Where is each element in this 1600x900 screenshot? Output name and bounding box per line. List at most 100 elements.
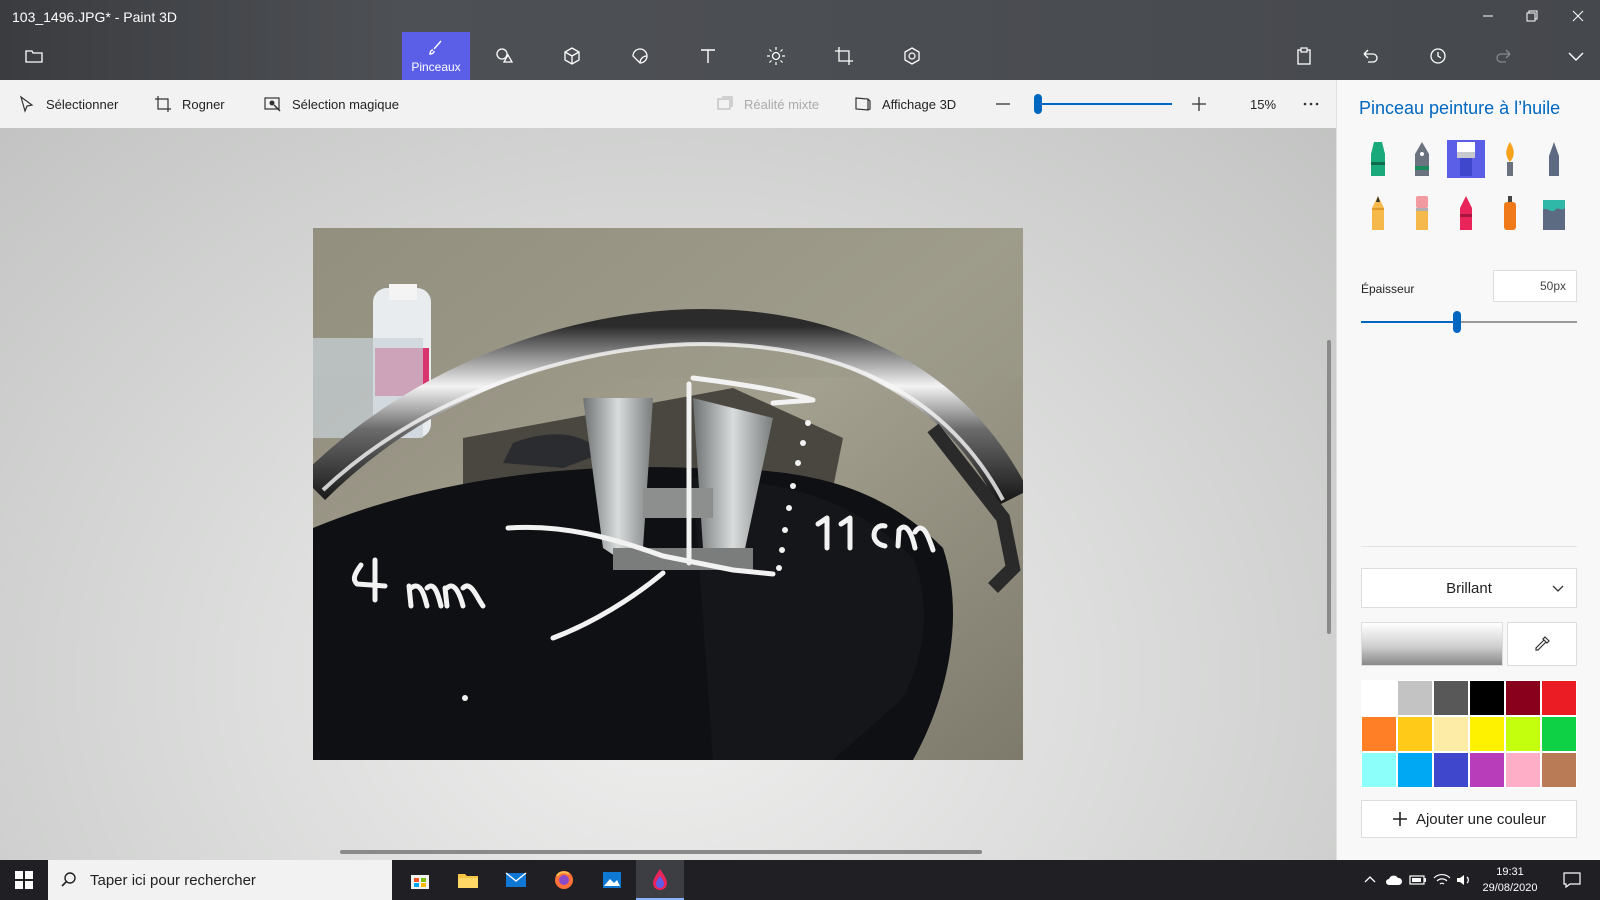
brush-marker[interactable]	[1359, 140, 1397, 178]
tool-canvas[interactable]	[810, 32, 878, 80]
mixed-reality-icon	[717, 96, 733, 110]
zoom-out-button[interactable]	[994, 80, 1012, 128]
brush-panel: Pinceau peinture à l’huile Épaisseur 50p…	[1336, 80, 1600, 860]
finish-dropdown[interactable]: Brillant	[1361, 568, 1577, 608]
crop-icon	[155, 96, 171, 112]
color-swatch[interactable]	[1469, 680, 1505, 716]
add-color-button[interactable]: Ajouter une couleur	[1361, 800, 1577, 838]
brush-watercolor[interactable]	[1491, 140, 1529, 178]
restore-button[interactable]	[1510, 4, 1554, 28]
brush-oil-brush[interactable]	[1447, 140, 1485, 178]
3d-shapes-icon	[564, 47, 580, 65]
minimize-button[interactable]	[1466, 4, 1510, 28]
taskbar-store[interactable]	[396, 860, 444, 900]
tray-notifications[interactable]	[1562, 870, 1582, 890]
current-color-preview[interactable]	[1361, 622, 1503, 666]
tool-2d-shapes[interactable]	[470, 32, 538, 80]
taskbar-search[interactable]: Taper ici pour rechercher	[48, 860, 392, 900]
brush-fill[interactable]	[1535, 194, 1573, 232]
tool-brushes-label: Pinceaux	[411, 60, 461, 74]
minimize-icon	[1483, 15, 1493, 17]
view-3d-icon	[855, 97, 871, 111]
color-swatch[interactable]	[1397, 680, 1433, 716]
firefox-icon	[555, 871, 573, 889]
tray-battery[interactable]	[1408, 870, 1428, 890]
tool-effects[interactable]	[742, 32, 810, 80]
brush-icon	[429, 40, 442, 55]
tool-3d-shapes[interactable]	[538, 32, 606, 80]
text-icon	[701, 49, 715, 63]
color-swatch[interactable]	[1505, 752, 1541, 788]
expand-menu-button[interactable]	[1552, 32, 1600, 80]
taskbar-clock[interactable]: 19:31 29/08/2020	[1470, 864, 1550, 896]
undo-icon	[1363, 49, 1378, 63]
canvas-area[interactable]	[0, 128, 1336, 860]
color-swatch[interactable]	[1541, 752, 1577, 788]
taskbar-firefox[interactable]	[540, 860, 588, 900]
magic-select-button[interactable]: Sélection magique	[264, 80, 399, 128]
zoom-slider-track[interactable]	[1040, 103, 1172, 105]
color-swatch[interactable]	[1397, 716, 1433, 752]
taskbar-file-explorer[interactable]	[444, 860, 492, 900]
color-swatch[interactable]	[1361, 716, 1397, 752]
zoom-in-button[interactable]	[1190, 80, 1208, 128]
brush-crayon[interactable]	[1447, 194, 1485, 232]
color-swatch[interactable]	[1433, 680, 1469, 716]
brush-spray-can[interactable]	[1491, 194, 1529, 232]
view-3d-button[interactable]: Affichage 3D	[854, 80, 956, 128]
taskbar-photos[interactable]	[588, 860, 636, 900]
redo-button[interactable]	[1480, 32, 1528, 80]
menu-button[interactable]	[0, 32, 68, 80]
brush-calligraphy-pen[interactable]	[1403, 140, 1441, 178]
vertical-scrollbar[interactable]	[1327, 340, 1331, 634]
brush-pencil[interactable]	[1359, 194, 1397, 232]
window-title: 103_1496.JPG* - Paint 3D	[12, 9, 177, 25]
color-swatch[interactable]	[1361, 752, 1397, 788]
redo-icon	[1496, 49, 1511, 63]
3d-library-icon	[904, 47, 920, 65]
paint-3d-icon	[653, 869, 667, 890]
mixed-reality-button[interactable]: Réalité mixte	[716, 80, 819, 128]
color-swatch[interactable]	[1433, 716, 1469, 752]
tool-3d-library[interactable]	[878, 32, 946, 80]
tray-onedrive[interactable]	[1384, 870, 1404, 890]
undo-button[interactable]	[1346, 32, 1394, 80]
zoom-value[interactable]: 15%	[1250, 80, 1276, 128]
taskbar-mail[interactable]	[492, 860, 540, 900]
thickness-input[interactable]: 50px	[1493, 270, 1577, 302]
tray-wifi[interactable]	[1432, 870, 1452, 890]
more-options-button[interactable]	[1302, 80, 1320, 128]
history-button[interactable]	[1414, 32, 1462, 80]
brush-pixel-pen[interactable]	[1535, 140, 1573, 178]
color-swatch[interactable]	[1541, 716, 1577, 752]
close-button[interactable]	[1556, 4, 1600, 28]
brush-eraser[interactable]	[1403, 194, 1441, 232]
color-swatch[interactable]	[1541, 680, 1577, 716]
eyedropper-button[interactable]	[1507, 622, 1577, 666]
taskbar-paint-3d[interactable]	[636, 860, 684, 900]
tool-brushes[interactable]: Pinceaux	[402, 32, 470, 80]
start-button[interactable]	[0, 860, 48, 900]
folder-icon	[25, 50, 43, 63]
2d-shapes-icon	[496, 48, 514, 63]
thickness-label: Épaisseur	[1361, 282, 1415, 296]
color-swatch[interactable]	[1361, 680, 1397, 716]
horizontal-scrollbar[interactable]	[340, 850, 982, 854]
tray-show-hidden[interactable]	[1360, 870, 1380, 890]
paste-button[interactable]	[1280, 32, 1328, 80]
color-swatch[interactable]	[1505, 716, 1541, 752]
select-button[interactable]: Sélectionner	[18, 80, 118, 128]
color-swatch[interactable]	[1433, 752, 1469, 788]
color-swatch[interactable]	[1469, 716, 1505, 752]
thickness-slider-thumb[interactable]	[1453, 311, 1461, 333]
color-swatch[interactable]	[1505, 680, 1541, 716]
wifi-icon	[1433, 874, 1451, 885]
zoom-slider-thumb[interactable]	[1034, 94, 1042, 114]
tool-text[interactable]	[674, 32, 742, 80]
history-icon	[1430, 48, 1446, 64]
tool-stickers[interactable]	[606, 32, 674, 80]
color-swatch[interactable]	[1397, 752, 1433, 788]
canvas-image[interactable]	[313, 228, 1023, 760]
color-swatch[interactable]	[1469, 752, 1505, 788]
crop-button[interactable]: Rogner	[154, 80, 225, 128]
